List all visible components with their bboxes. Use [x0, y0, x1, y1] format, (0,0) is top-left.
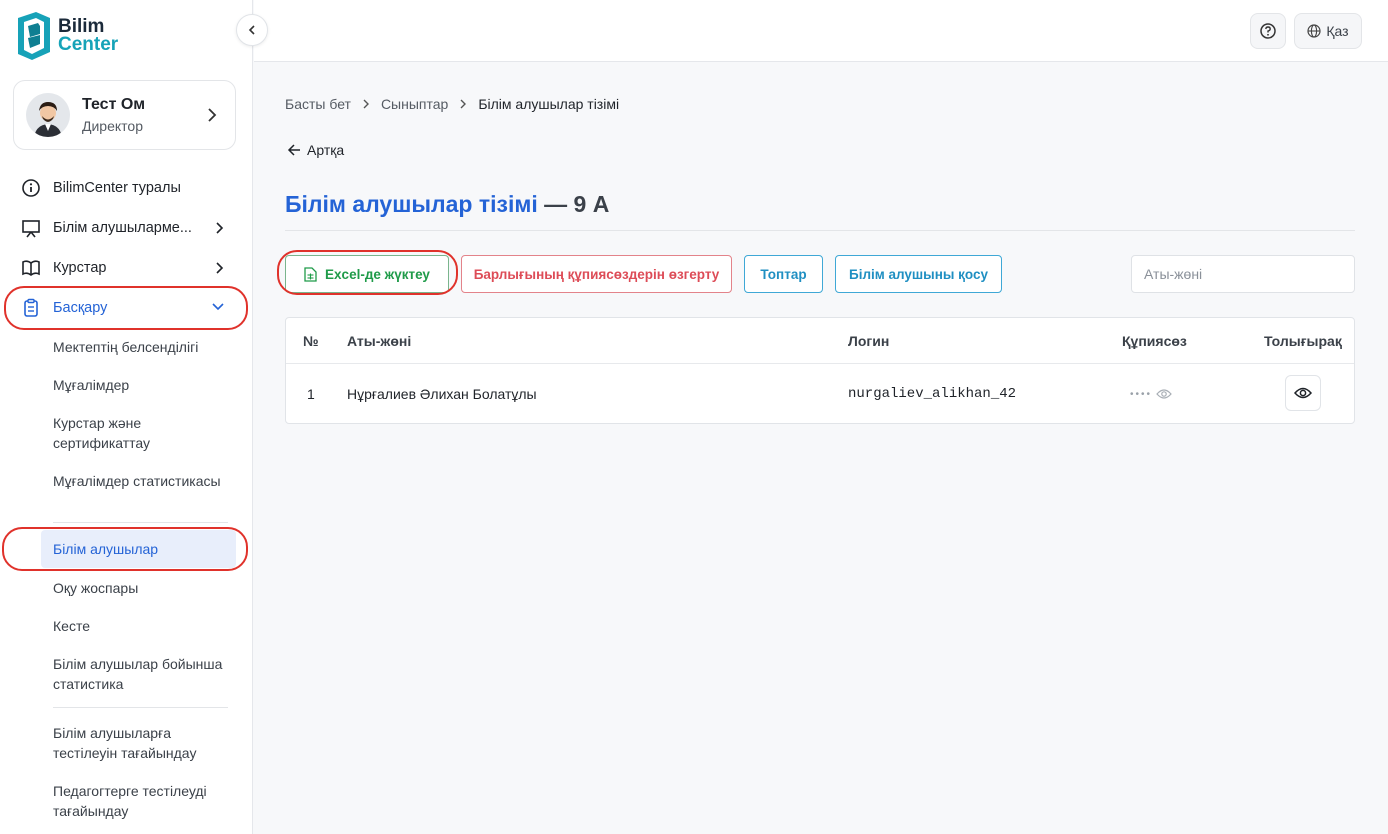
password-field: •••• — [1130, 388, 1172, 400]
globe-icon — [1307, 24, 1321, 38]
help-icon — [1260, 23, 1276, 39]
sub-courses-certification[interactable]: Курстар және сертификаттау — [53, 413, 233, 453]
sub-study-plan[interactable]: Оқу жоспары — [53, 578, 233, 598]
back-link[interactable]: Артқа — [287, 142, 344, 158]
chevron-right-icon — [216, 262, 224, 274]
students-table: № Аты-жөні Логин Құпиясөз Толығырақ 1 Нұ… — [285, 317, 1355, 424]
show-password-icon[interactable] — [1156, 388, 1172, 400]
eye-icon — [1294, 387, 1312, 399]
profile-name: Тест Ом — [82, 96, 146, 113]
divider — [53, 522, 228, 523]
sub-student-statistics[interactable]: Білім алушылар бойынша статистика — [53, 654, 233, 694]
row-login: nurgaliev_alikhan_42 — [848, 386, 1017, 402]
logo-icon — [18, 12, 50, 60]
password-mask: •••• — [1130, 388, 1153, 400]
chevron-right-icon — [208, 108, 217, 122]
nav-management[interactable]: Басқару — [13, 290, 236, 326]
breadcrumb-current: Білім алушылар тізімі — [478, 96, 620, 112]
sub-assign-student-tests[interactable]: Білім алушыларға тестілеуін тағайындау — [53, 723, 233, 763]
nav-about-label: BilimCenter туралы — [53, 180, 181, 196]
groups-button[interactable]: Топтар — [744, 255, 823, 293]
divider — [285, 230, 1355, 231]
column-header-name: Аты-жөні — [347, 333, 412, 349]
add-student-button[interactable]: Білім алушыны қосу — [835, 255, 1002, 293]
topbar: Қаз — [254, 0, 1388, 62]
chevron-right-icon — [216, 222, 224, 234]
reset-all-passwords-label: Барлығының құпиясөздерін өзгерту — [473, 266, 720, 282]
divider — [286, 363, 1354, 364]
column-header-details: Толығырақ — [1264, 333, 1342, 349]
chevron-down-icon — [212, 303, 224, 311]
nav-about[interactable]: BilimCenter туралы — [13, 170, 236, 206]
column-header-password: Құпиясөз — [1122, 333, 1187, 349]
nav-management-label: Басқару — [53, 300, 108, 316]
logo-line2: Center — [58, 34, 119, 55]
language-button[interactable]: Қаз — [1294, 13, 1362, 49]
search-input[interactable] — [1131, 255, 1355, 293]
excel-download-label: Excel-де жүктеу — [325, 266, 430, 282]
breadcrumb-classes[interactable]: Сыныптар — [381, 96, 448, 112]
chevron-right-icon — [363, 99, 369, 109]
logo[interactable]: Bilim Center — [16, 12, 118, 60]
arrow-left-icon — [287, 144, 300, 156]
avatar-icon — [26, 93, 70, 137]
profile-card[interactable]: Тест Ом Директор — [13, 80, 236, 150]
add-student-label: Білім алушыны қосу — [849, 266, 988, 282]
nav-students-work-label: Білім алушыларме... — [53, 220, 192, 236]
sidebar: Bilim Center Тест Ом Директор BilimCente… — [0, 0, 253, 834]
divider — [53, 707, 228, 708]
row-number: 1 — [307, 386, 315, 402]
clipboard-icon — [21, 298, 41, 318]
sub-assign-teacher-tests[interactable]: Педагогтерге тестілеуді тағайындау — [53, 781, 233, 821]
language-label: Қаз — [1326, 23, 1349, 39]
breadcrumb-home[interactable]: Басты бет — [285, 96, 351, 112]
collapse-sidebar-button[interactable] — [236, 14, 268, 46]
page-title-class: — 9 А — [544, 191, 610, 217]
sub-students[interactable]: Білім алушылар — [41, 530, 236, 568]
page-title-main: Білім алушылар тізімі — [285, 191, 538, 217]
presentation-icon — [21, 218, 41, 238]
file-spreadsheet-icon — [304, 266, 317, 282]
excel-download-button[interactable]: Excel-де жүктеу — [285, 255, 449, 293]
column-header-number: № — [303, 333, 319, 349]
column-header-login: Логин — [848, 333, 890, 349]
sub-school-activity[interactable]: Мектептің белсенділігі — [53, 337, 233, 357]
view-details-button[interactable] — [1285, 375, 1321, 411]
book-icon — [21, 258, 41, 278]
nav-students-work[interactable]: Білім алушыларме... — [13, 210, 236, 246]
reset-all-passwords-button[interactable]: Барлығының құпиясөздерін өзгерту — [461, 255, 732, 293]
breadcrumb: Басты бет Сыныптар Білім алушылар тізімі — [285, 96, 619, 112]
chevron-right-icon — [460, 99, 467, 109]
avatar — [26, 93, 70, 137]
back-label: Артқа — [307, 142, 345, 158]
sub-teachers[interactable]: Мұғалімдер — [53, 375, 233, 395]
nav-courses[interactable]: Курстар — [13, 250, 236, 286]
profile-role: Директор — [82, 118, 143, 134]
row-name: Нұрғалиев Әлихан Болатұлы — [347, 386, 537, 402]
info-icon — [21, 178, 41, 198]
groups-label: Топтар — [760, 266, 807, 282]
chevron-left-icon — [248, 25, 255, 35]
sub-teacher-statistics[interactable]: Мұғалімдер статистикасы — [53, 471, 233, 491]
sub-schedule[interactable]: Кесте — [53, 616, 233, 636]
page-title: Білім алушылар тізімі — 9 А — [285, 191, 609, 218]
help-button[interactable] — [1250, 13, 1286, 49]
nav-courses-label: Курстар — [53, 260, 107, 276]
